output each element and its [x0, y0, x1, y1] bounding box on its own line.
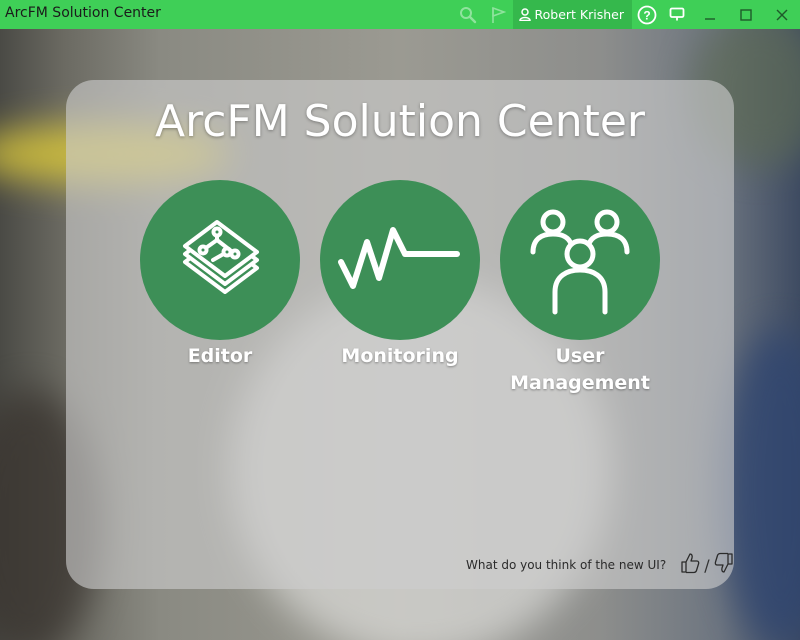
- user-management-label: User Management: [500, 343, 660, 397]
- editor-layers-icon: [183, 220, 259, 294]
- svg-text:?: ?: [643, 8, 650, 22]
- chat-button[interactable]: [662, 0, 692, 29]
- user-management-label-line2: Management: [510, 372, 650, 394]
- window-title: ArcFM Solution Center: [5, 5, 161, 21]
- maximize-button[interactable]: [728, 0, 764, 29]
- flag-button[interactable]: [483, 0, 513, 29]
- monitoring-label: Monitoring: [341, 345, 459, 367]
- feedback-bar: What do you think of the new UI? /: [466, 552, 734, 578]
- help-button[interactable]: ?: [632, 0, 662, 29]
- title-bar-controls: Robert Krisher ?: [453, 0, 800, 29]
- user-icon: [518, 8, 531, 21]
- thumbs-down-icon: [714, 552, 733, 573]
- monitoring-tile-circle[interactable]: [320, 180, 480, 340]
- feedback-separator: /: [704, 555, 710, 575]
- search-icon: [459, 6, 476, 23]
- help-icon: ?: [637, 5, 657, 24]
- chat-icon: [669, 7, 685, 21]
- page-title: ArcFM Solution Center: [155, 96, 645, 147]
- thumbs-up-icon: [681, 553, 700, 574]
- feedback-question: What do you think of the new UI?: [466, 558, 667, 572]
- search-button[interactable]: [453, 0, 483, 29]
- user-account-button[interactable]: Robert Krisher: [512, 0, 632, 29]
- minimize-icon: [705, 17, 715, 20]
- user-management-tile-circle[interactable]: [500, 180, 660, 340]
- thumbs-up-button[interactable]: [680, 552, 700, 578]
- close-icon: [776, 9, 788, 20]
- editor-tile[interactable]: Editor: [140, 180, 300, 370]
- monitoring-tile[interactable]: Monitoring: [320, 180, 480, 370]
- users-icon: [530, 209, 630, 315]
- flag-icon: [491, 6, 506, 23]
- close-button[interactable]: [764, 0, 800, 29]
- editor-tile-circle[interactable]: [140, 180, 300, 340]
- maximize-icon: [740, 8, 752, 21]
- pulse-icon: [338, 227, 460, 289]
- user-management-tile[interactable]: User Management: [500, 180, 660, 397]
- user-management-label-line1: User: [555, 345, 605, 367]
- thumbs-down-button[interactable]: [714, 552, 734, 578]
- title-bar: ArcFM Solution Center Robert Krisher ?: [0, 0, 800, 29]
- editor-label: Editor: [187, 345, 253, 367]
- minimize-button[interactable]: [692, 0, 728, 29]
- user-name: Robert Krisher: [534, 7, 624, 22]
